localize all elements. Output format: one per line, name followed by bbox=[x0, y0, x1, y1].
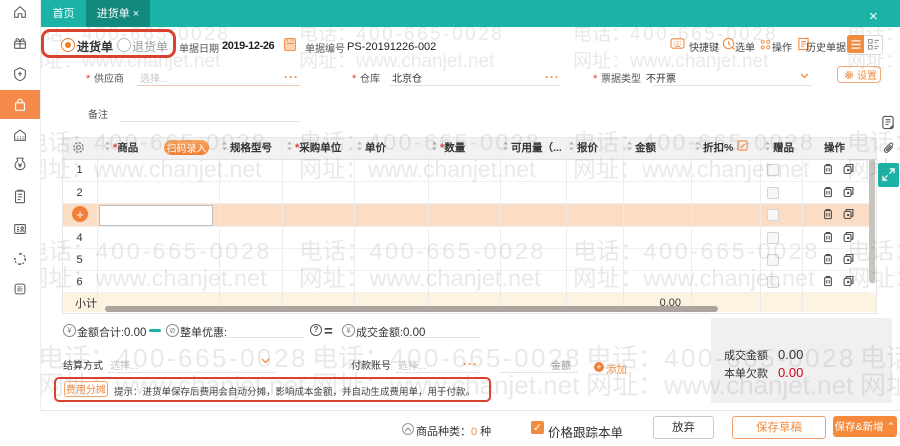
svg-text:新: 新 bbox=[17, 286, 23, 294]
